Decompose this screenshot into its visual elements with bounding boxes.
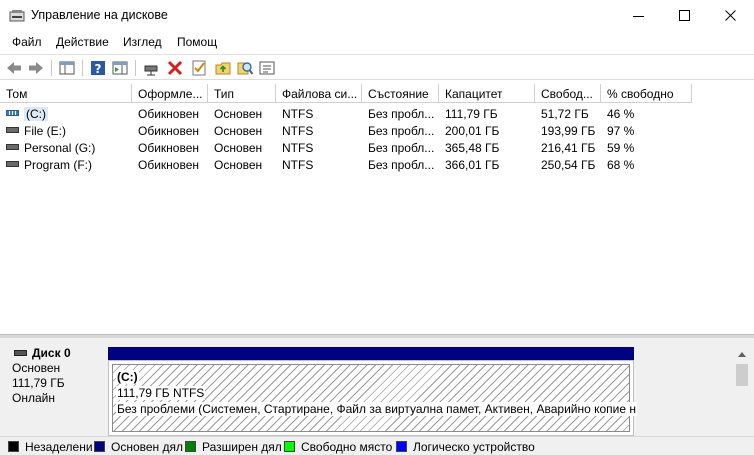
column-header-free-space[interactable]: Свобод...	[535, 84, 601, 103]
volume-percent-free: 68 %	[607, 158, 635, 172]
column-header-percent-free[interactable]: % свободно	[601, 84, 692, 103]
volume-free-space: 216,41 ГБ	[541, 141, 596, 155]
menu-bar: Файл Действие Изглед Помощ	[0, 32, 754, 54]
volume-free-space: 51,72 ГБ	[541, 107, 589, 121]
drive-icon	[6, 161, 19, 167]
partition-name: (C:)	[116, 370, 139, 384]
volume-status: Без пробл...	[368, 107, 435, 121]
legend-primary-partition: Основен дял	[94, 440, 183, 454]
legend-extended-partition: Разширен дял	[185, 440, 282, 454]
legend-unallocated: Незаделени	[8, 440, 93, 454]
volume-row[interactable]: Personal (G:) Обикновен Основен NTFS Без…	[0, 139, 754, 156]
volume-filesystem: NTFS	[282, 124, 314, 138]
volume-type: Основен	[214, 141, 263, 155]
legend: Незаделени Основен дял Разширен дял Своб…	[0, 436, 754, 455]
primary-partition-bar	[108, 347, 634, 360]
column-header-type[interactable]: Тип	[208, 84, 276, 103]
volume-status: Без пробл...	[368, 141, 435, 155]
volume-capacity: 111,79 ГБ	[445, 107, 498, 121]
forward-icon[interactable]	[27, 59, 45, 77]
vertical-scrollbar[interactable]	[734, 348, 750, 434]
volume-layout: Обикновен	[138, 158, 200, 172]
volume-type: Основен	[214, 107, 263, 121]
disk-icon	[14, 350, 27, 356]
volume-layout: Обикновен	[138, 124, 200, 138]
volume-row[interactable]: (C:) Обикновен Основен NTFS Без пробл...…	[0, 105, 754, 122]
check-icon[interactable]	[190, 59, 208, 77]
properties-icon[interactable]	[258, 59, 276, 77]
disk-info[interactable]: Диск 0 Основен 111,79 ГБ Онлайн	[0, 346, 104, 438]
column-header-capacity[interactable]: Капацитет	[439, 84, 535, 103]
volume-list-header: Том Оформле... Тип Файлова си... Състоян…	[0, 84, 754, 103]
volume-name: Program (F:)	[24, 158, 93, 172]
disk-management-app-icon	[9, 9, 25, 23]
disk-state: Онлайн	[12, 391, 55, 405]
svg-text:?: ?	[95, 62, 102, 76]
back-icon[interactable]	[5, 59, 23, 77]
partition-selected-hatch: (C:) 111,79 ГБ NTFS Без проблеми (Систем…	[112, 364, 638, 432]
folder-up-icon[interactable]	[214, 59, 232, 77]
system-volume-icon	[6, 110, 19, 116]
close-icon	[725, 10, 736, 21]
disk-name: Диск 0	[32, 346, 71, 360]
menu-action[interactable]: Действие	[56, 35, 109, 49]
volume-name: Personal (G:)	[24, 141, 96, 155]
volume-percent-free: 59 %	[607, 141, 635, 155]
column-header-filesystem[interactable]: Файлова си...	[276, 84, 362, 103]
minimize-button[interactable]	[616, 0, 662, 32]
volume-row[interactable]: File (E:) Обикновен Основен NTFS Без про…	[0, 122, 754, 139]
volume-name: File (E:)	[24, 124, 66, 138]
volume-capacity: 366,01 ГБ	[445, 158, 500, 172]
partition-block[interactable]: (C:) 111,79 ГБ NTFS Без проблеми (Систем…	[108, 360, 638, 436]
maximize-icon	[679, 10, 690, 21]
volume-row[interactable]: Program (F:) Обикновен Основен NTFS Без …	[0, 156, 754, 173]
title-bar: Управление на дискове	[0, 0, 754, 32]
volume-percent-free: 46 %	[607, 107, 635, 121]
volume-free-space: 193,99 ГБ	[541, 124, 596, 138]
show-pane-icon[interactable]	[111, 59, 129, 77]
volume-capacity: 200,01 ГБ	[445, 124, 500, 138]
window-title: Управление на дискове	[31, 8, 168, 22]
volume-name: (C:)	[24, 107, 48, 121]
menu-file[interactable]: Файл	[12, 35, 42, 49]
legend-free-space: Свободно място	[284, 440, 392, 454]
volume-filesystem: NTFS	[282, 141, 314, 155]
menu-help[interactable]: Помощ	[177, 35, 217, 49]
partition-size-fs: 111,79 ГБ NTFS	[116, 386, 206, 400]
delete-icon[interactable]	[166, 59, 184, 77]
volume-type: Основен	[214, 124, 263, 138]
minimize-icon	[633, 16, 644, 17]
volume-filesystem: NTFS	[282, 107, 314, 121]
menu-view[interactable]: Изглед	[123, 35, 162, 49]
legend-logical-drive: Логическо устройство	[396, 440, 535, 454]
search-icon[interactable]	[236, 59, 254, 77]
column-header-status[interactable]: Състояние	[362, 84, 439, 103]
volume-list: Том Оформле... Тип Файлова си... Състоян…	[0, 84, 754, 334]
volume-capacity: 365,48 ГБ	[445, 141, 500, 155]
volume-layout: Обикновен	[138, 107, 200, 121]
volume-status: Без пробл...	[368, 124, 435, 138]
drive-icon	[6, 144, 19, 150]
maximize-button[interactable]	[662, 0, 708, 32]
disk-size: 111,79 ГБ	[12, 376, 65, 390]
column-header-volume[interactable]: Том	[0, 84, 132, 103]
volume-layout: Обикновен	[138, 141, 200, 155]
scroll-up-icon[interactable]	[738, 352, 746, 357]
scrollbar-thumb[interactable]	[736, 364, 748, 386]
volume-free-space: 250,54 ГБ	[541, 158, 596, 172]
connect-drive-icon[interactable]	[142, 59, 160, 77]
close-button[interactable]	[708, 0, 754, 32]
disk-type: Основен	[12, 361, 61, 375]
volume-type: Основен	[214, 158, 263, 172]
drive-icon	[6, 127, 19, 133]
help-icon[interactable]: ?	[89, 59, 107, 77]
volume-filesystem: NTFS	[282, 158, 314, 172]
column-header-layout[interactable]: Оформле...	[132, 84, 208, 103]
volume-percent-free: 97 %	[607, 124, 635, 138]
console-tree-icon[interactable]	[58, 59, 76, 77]
partition-status: Без проблеми (Системен, Стартиране, Файл…	[116, 402, 638, 416]
volume-status: Без пробл...	[368, 158, 435, 172]
disk-graphical-view: Диск 0 Основен 111,79 ГБ Онлайн (C:) 111…	[0, 338, 754, 436]
toolbar: ?	[0, 54, 754, 80]
